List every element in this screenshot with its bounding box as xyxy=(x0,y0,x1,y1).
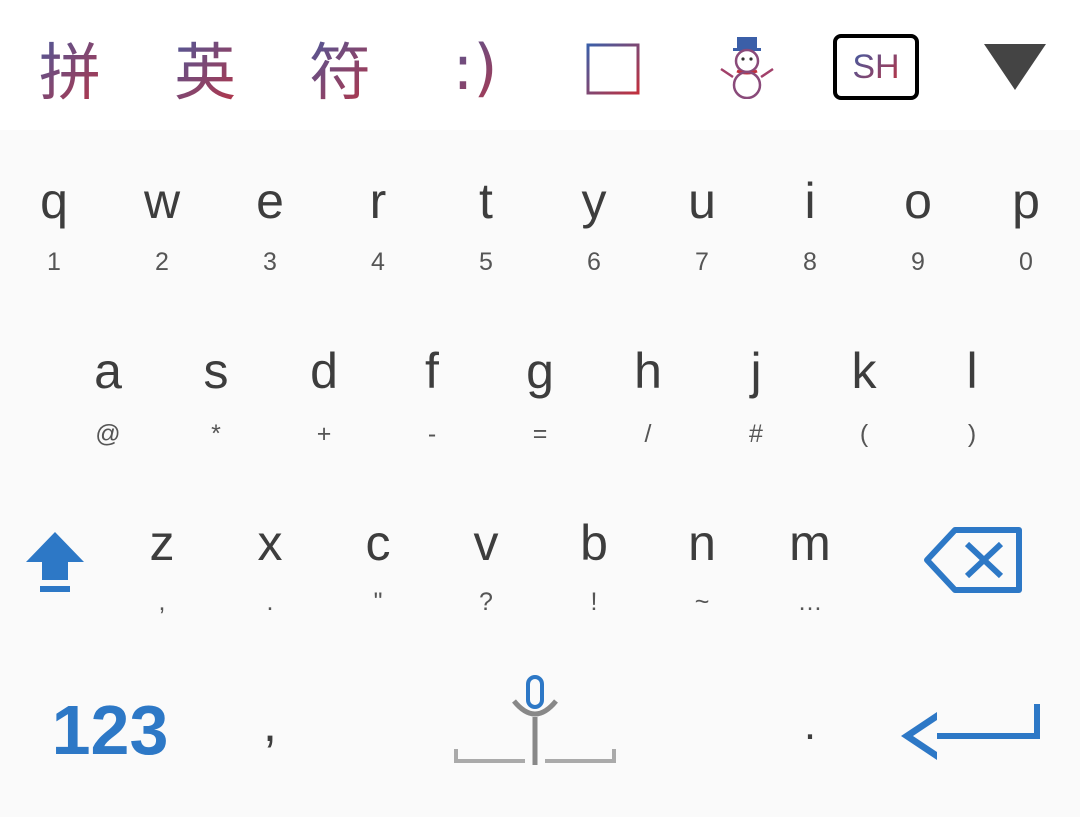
enter-key[interactable] xyxy=(895,690,1045,770)
key-v[interactable]: v? xyxy=(432,130,540,650)
key-label: z xyxy=(149,515,175,571)
key-sublabel: . xyxy=(266,588,274,616)
shift-key[interactable] xyxy=(10,500,100,610)
backspace-icon xyxy=(924,527,1022,593)
sh-label: SH xyxy=(852,47,900,86)
key-label: l xyxy=(966,343,978,399)
clipboard-icon xyxy=(586,39,640,95)
numbers-key[interactable]: 123 xyxy=(40,690,180,770)
microphone-icon xyxy=(454,675,616,765)
key-sublabel: ) xyxy=(967,420,977,448)
collapse-keyboard-button[interactable] xyxy=(980,22,1050,112)
key-sublabel: … xyxy=(797,588,823,616)
keyboard: q1w2e3r4t5y6u7i8o9p0 a @ s * d + f - g = h / j # k(l) … xyxy=(0,130,1080,817)
key-b[interactable]: b! xyxy=(540,130,648,650)
backspace-key[interactable] xyxy=(915,510,1035,610)
key-label: m xyxy=(789,515,831,571)
key-z[interactable]: z, xyxy=(108,130,216,650)
key-m[interactable]: m… xyxy=(756,130,864,650)
key-label: c xyxy=(365,515,391,571)
triangle-down-icon xyxy=(984,44,1046,90)
key-c[interactable]: c " xyxy=(324,130,432,650)
key-sublabel: " xyxy=(373,588,383,616)
shift-arrow-icon xyxy=(26,532,84,592)
comma-key[interactable]: , xyxy=(230,695,310,753)
sh-button[interactable]: SH xyxy=(830,22,922,112)
key-sublabel: , xyxy=(158,588,166,616)
key-sublabel: ! xyxy=(590,588,598,616)
period-key[interactable]: . xyxy=(770,700,850,750)
key-sublabel: ~ xyxy=(694,588,710,616)
emoji-button[interactable] xyxy=(712,22,782,112)
sh-box: SH xyxy=(833,34,919,100)
enter-arrow-icon xyxy=(901,704,1040,760)
clipboard-button[interactable] xyxy=(578,22,648,112)
key-label: v xyxy=(473,515,499,571)
key-n[interactable]: n ~ xyxy=(648,130,756,650)
key-label: b xyxy=(580,515,608,571)
key-sublabel: ? xyxy=(479,588,493,616)
symbols-button[interactable]: 符 xyxy=(300,22,380,112)
key-label: x xyxy=(257,515,283,571)
key-label: n xyxy=(688,515,716,571)
pinyin-mode-button[interactable]: 拼 xyxy=(30,22,110,112)
candidate-toolbar: 拼 英 符 :) SH xyxy=(0,0,1080,130)
english-mode-button[interactable]: 英 xyxy=(165,22,245,112)
key-x[interactable]: x. xyxy=(216,130,324,650)
emoticon-button[interactable]: :) xyxy=(430,22,520,112)
space-key[interactable] xyxy=(450,665,620,775)
snowman-icon xyxy=(720,37,774,99)
